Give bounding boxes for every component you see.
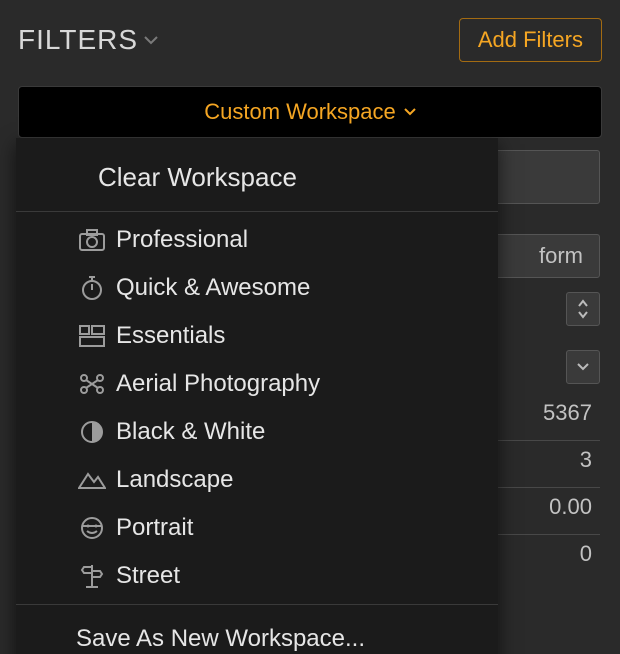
menu-item-label: Essentials <box>116 322 225 350</box>
menu-preset-essentials[interactable]: Essentials <box>16 312 498 360</box>
menu-preset-street[interactable]: Street <box>16 552 498 600</box>
menu-preset-portrait[interactable]: Portrait <box>16 504 498 552</box>
menu-item-label: Landscape <box>116 466 233 494</box>
menu-preset-bw[interactable]: Black & White <box>16 408 498 456</box>
menu-item-label: Portrait <box>116 514 193 542</box>
menu-item-label: Street <box>116 562 180 590</box>
menu-item-label: Black & White <box>116 418 265 446</box>
workspace-menu: Clear Workspace Professional Quick & Awe… <box>16 138 498 654</box>
menu-item-label: Professional <box>116 226 248 254</box>
panel-title: FILTERS <box>18 24 138 56</box>
bg-stepper-updown-icon[interactable] <box>566 292 600 326</box>
menu-item-label: Quick & Awesome <box>116 274 310 302</box>
half-circle-icon <box>78 418 106 446</box>
menu-item-label: Aerial Photography <box>116 370 320 398</box>
panel-collapse-chevron-icon[interactable] <box>144 35 158 45</box>
layout-icon <box>78 322 106 350</box>
menu-divider <box>16 604 498 605</box>
menu-preset-quick-awesome[interactable]: Quick & Awesome <box>16 264 498 312</box>
workspace-dropdown[interactable]: Custom Workspace <box>18 86 602 138</box>
add-filters-button[interactable]: Add Filters <box>459 18 602 62</box>
menu-save-as-workspace[interactable]: Save As New Workspace... <box>16 609 498 654</box>
camera-icon <box>78 226 106 254</box>
menu-clear-workspace[interactable]: Clear Workspace <box>16 148 498 207</box>
drone-icon <box>78 370 106 398</box>
bg-stepper-down-icon[interactable] <box>566 350 600 384</box>
stopwatch-icon <box>78 274 106 302</box>
chevron-down-icon <box>404 108 416 116</box>
menu-divider <box>16 211 498 212</box>
menu-preset-aerial[interactable]: Aerial Photography <box>16 360 498 408</box>
menu-preset-landscape[interactable]: Landscape <box>16 456 498 504</box>
filters-panel: FILTERS Add Filters Custom Workspace <box>0 0 620 138</box>
workspace-dropdown-label: Custom Workspace <box>204 99 396 125</box>
menu-preset-professional[interactable]: Professional <box>16 216 498 264</box>
street-sign-icon <box>78 562 106 590</box>
panel-header: FILTERS Add Filters <box>18 0 602 70</box>
mountain-icon <box>78 466 106 494</box>
face-icon <box>78 514 106 542</box>
